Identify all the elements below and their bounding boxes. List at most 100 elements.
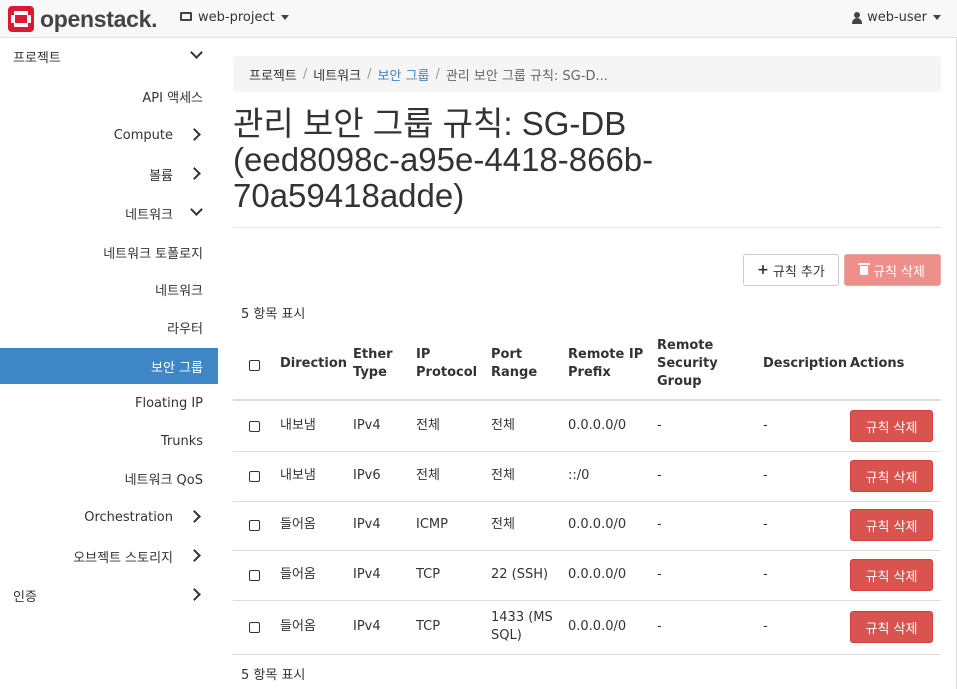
cell-ether-type: IPv6 xyxy=(353,468,381,483)
breadcrumb-security-groups[interactable]: 보안 그룹 xyxy=(377,65,429,84)
sidebar-item-network[interactable]: 네트워크 xyxy=(0,195,218,231)
chevron-right-icon xyxy=(188,588,201,601)
column-header-actions: Actions xyxy=(850,356,905,371)
plus-icon: + xyxy=(757,262,769,278)
row-checkbox[interactable] xyxy=(249,570,260,581)
delete-rules-button[interactable]: 규칙 삭제 xyxy=(844,254,941,286)
cell-description: - xyxy=(763,619,768,634)
sidebar-item-network-topology[interactable]: 네트워크 토폴로지 xyxy=(0,234,218,270)
sidebar-item-label: 인증 xyxy=(13,589,37,605)
item-count-top: 5 항목 표시 xyxy=(241,307,306,322)
cell-ip-protocol: 전체 xyxy=(416,468,440,483)
delete-rule-button[interactable]: 규칙 삭제 xyxy=(850,509,933,541)
sidebar-item-label: 네트워크 토폴로지 xyxy=(103,246,203,262)
sidebar-item-object-storage[interactable]: 오브젝트 스토리지 xyxy=(0,538,218,574)
monitor-icon xyxy=(180,12,192,21)
chevron-right-icon xyxy=(188,167,201,180)
select-all-checkbox[interactable] xyxy=(249,360,260,371)
sidebar-item-network-qos[interactable]: 네트워크 QoS xyxy=(0,460,218,496)
column-header-direction[interactable]: Direction xyxy=(280,355,347,373)
delete-rule-button[interactable]: 규칙 삭제 xyxy=(850,559,933,591)
sidebar-item-identity[interactable]: 인증 xyxy=(0,577,218,613)
row-checkbox[interactable] xyxy=(249,520,260,531)
sidebar-item-label: 라우터 xyxy=(167,321,203,337)
cell-remote-ip-prefix: 0.0.0.0/0 xyxy=(568,418,627,433)
table-row: 들어옴 IPv4 TCP 1433 (MS SQL) 0.0.0.0/0 - -… xyxy=(233,601,941,655)
column-header-remote-ip-prefix[interactable]: Remote IP Prefix xyxy=(568,346,648,382)
delete-rule-button[interactable]: 규칙 삭제 xyxy=(850,460,933,492)
breadcrumb-project: 프로젝트 xyxy=(249,68,297,84)
column-header-port-range[interactable]: Port Range xyxy=(491,346,541,382)
project-dropdown[interactable]: web-project xyxy=(180,10,289,25)
title-divider xyxy=(233,227,941,228)
cell-remote-ip-prefix: ::/0 xyxy=(568,468,590,483)
cell-description: - xyxy=(763,567,768,582)
sidebar-item-label: 네트워크 xyxy=(155,283,203,299)
cell-direction: 들어옴 xyxy=(280,567,316,582)
item-count-bottom: 5 항목 표시 xyxy=(241,668,306,683)
sidebar-item-label: Floating IP xyxy=(134,395,203,411)
cell-ether-type: IPv4 xyxy=(353,567,381,582)
openstack-logo[interactable]: openstack. xyxy=(8,6,157,32)
cell-ether-type: IPv4 xyxy=(353,418,381,433)
project-name: web-project xyxy=(198,10,275,25)
sidebar-item-volumes[interactable]: 볼륨 xyxy=(0,156,218,192)
sidebar-item-label: 오브젝트 스토리지 xyxy=(73,550,173,566)
chevron-right-icon xyxy=(188,128,201,141)
column-header-ip-protocol[interactable]: IP Protocol xyxy=(416,346,480,382)
sidebar-item-security-groups[interactable]: 보안 그룹 xyxy=(0,348,218,384)
table-row: 내보냄 IPv4 전체 전체 0.0.0.0/0 - - 규칙 삭제 xyxy=(233,401,941,452)
cell-description: - xyxy=(763,468,768,483)
cell-remote-security-group: - xyxy=(657,517,662,532)
breadcrumb-separator: / xyxy=(435,66,440,82)
sidebar-item-label: 프로젝트 xyxy=(13,50,61,66)
cell-remote-security-group: - xyxy=(657,468,662,483)
add-rule-button[interactable]: + 규칙 추가 xyxy=(743,254,839,286)
sidebar-item-label: Orchestration xyxy=(84,509,173,525)
user-dropdown[interactable]: web-user xyxy=(852,10,941,25)
chevron-down-icon xyxy=(190,46,203,59)
cell-ether-type: IPv4 xyxy=(353,619,381,634)
cell-remote-ip-prefix: 0.0.0.0/0 xyxy=(568,567,627,582)
table-header: Direction Ether Type IP Protocol Port Ra… xyxy=(233,331,941,401)
sidebar-item-compute[interactable]: Compute xyxy=(0,117,218,153)
cell-remote-ip-prefix: 0.0.0.0/0 xyxy=(568,517,627,532)
user-icon xyxy=(852,11,863,24)
chevron-down-icon xyxy=(190,203,203,216)
table-row: 들어옴 IPv4 TCP 22 (SSH) 0.0.0.0/0 - - 규칙 삭… xyxy=(233,551,941,601)
delete-rule-button[interactable]: 규칙 삭제 xyxy=(850,611,933,643)
cell-remote-security-group: - xyxy=(657,619,662,634)
row-checkbox[interactable] xyxy=(249,421,260,432)
cell-description: - xyxy=(763,517,768,532)
breadcrumb-separator: / xyxy=(367,66,372,82)
cell-ip-protocol: 전체 xyxy=(416,418,440,433)
breadcrumb-network: 네트워크 xyxy=(313,68,362,84)
sidebar-item-networks[interactable]: 네트워크 xyxy=(0,271,218,307)
sidebar-item-project[interactable]: 프로젝트 xyxy=(0,38,218,74)
column-header-remote-security-group[interactable]: Remote Security Group xyxy=(657,337,727,391)
trash-icon xyxy=(858,262,870,275)
cell-ip-protocol: ICMP xyxy=(416,517,448,532)
sidebar-item-label: 볼륨 xyxy=(149,168,173,184)
row-checkbox[interactable] xyxy=(249,471,260,482)
sidebar-item-trunks[interactable]: Trunks xyxy=(0,423,218,459)
cell-direction: 들어옴 xyxy=(280,619,316,634)
cell-port-range: 1433 (MS SQL) xyxy=(491,610,553,643)
column-header-ether-type[interactable]: Ether Type xyxy=(353,346,405,382)
column-header-description[interactable]: Description xyxy=(763,355,847,373)
cell-port-range: 전체 xyxy=(491,517,515,532)
sidebar-item-orchestration[interactable]: Orchestration xyxy=(0,499,218,535)
delete-rule-button[interactable]: 규칙 삭제 xyxy=(850,410,933,442)
cell-description: - xyxy=(763,418,768,433)
sidebar-item-floating-ip[interactable]: Floating IP xyxy=(0,385,218,421)
sidebar-item-api-access[interactable]: API 액세스 xyxy=(0,78,218,114)
caret-down-icon xyxy=(933,15,941,20)
row-checkbox[interactable] xyxy=(249,622,260,633)
sidebar: 프로젝트 API 액세스 Compute 볼륨 네트워크 네트워크 토폴로지 네… xyxy=(0,38,218,689)
top-navbar: openstack. web-project web-user xyxy=(0,0,957,38)
cell-port-range: 전체 xyxy=(491,418,515,433)
breadcrumb: 프로젝트 / 네트워크 / 보안 그룹 / 관리 보안 그룹 규칙: SG-D.… xyxy=(233,56,941,92)
sidebar-item-routers[interactable]: 라우터 xyxy=(0,309,218,345)
cell-remote-security-group: - xyxy=(657,418,662,433)
cell-direction: 들어옴 xyxy=(280,517,316,532)
